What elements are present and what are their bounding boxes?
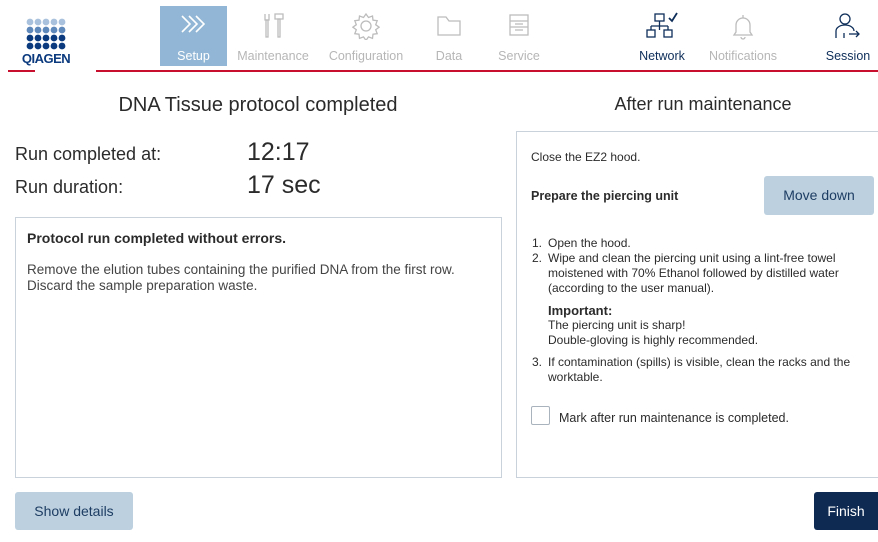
step-number: 3. xyxy=(532,355,543,369)
important-line: Double-gloving is highly recommended. xyxy=(548,333,759,347)
run-duration-label: Run duration: xyxy=(15,177,124,197)
show-details-button[interactable]: Show details xyxy=(15,492,133,530)
nav-service-label: Service xyxy=(498,49,540,63)
brand-red-line-right xyxy=(96,70,878,72)
maintenance-completed-label[interactable]: Mark after run maintenance is completed. xyxy=(559,411,789,425)
user-logout-icon xyxy=(835,13,860,38)
maintenance-steps: 1. Open the hood. 2. Wipe and clean the … xyxy=(532,236,872,385)
important-line: The piercing unit is sharp! xyxy=(548,318,686,332)
nav-network-label: Network xyxy=(639,49,685,63)
tools-icon xyxy=(264,13,284,38)
qiagen-logo-dots xyxy=(26,18,66,50)
after-run-maintenance-heading: After run maintenance xyxy=(614,94,792,114)
nav-data-label: Data xyxy=(435,49,463,63)
step-number: 2. xyxy=(532,251,543,265)
service-icon xyxy=(509,14,529,36)
nav-maintenance[interactable]: Maintenance xyxy=(231,6,315,66)
close-hood-instruction: Close the EZ2 hood. xyxy=(531,150,641,164)
qiagen-logo: QIAGEN xyxy=(22,18,96,68)
network-connected-icon xyxy=(646,12,678,38)
nav-session-label: Session xyxy=(825,49,871,63)
nav-maintenance-label: Maintenance xyxy=(237,49,309,63)
nav-service[interactable]: Service xyxy=(490,6,548,66)
folder-icon xyxy=(437,16,461,36)
nav-session[interactable]: Session xyxy=(818,6,878,66)
maintenance-completed-checkbox[interactable] xyxy=(531,406,550,425)
top-navigation-bar: QIAGEN Setup Maintenance Configuration D… xyxy=(0,0,878,72)
move-down-button[interactable]: Move down xyxy=(764,176,874,215)
run-completed-value: 12:17 xyxy=(247,138,310,166)
nav-setup[interactable]: Setup xyxy=(160,6,227,66)
step-item: 3. If contamination (spills) is visible,… xyxy=(532,355,872,385)
chevrons-icon xyxy=(180,15,205,33)
run-message-body: Remove the elution tubes containing the … xyxy=(27,262,455,293)
run-completed-label: Run completed at: xyxy=(15,144,162,164)
finish-button[interactable]: Finish xyxy=(814,492,878,530)
bell-icon xyxy=(732,15,754,40)
logo-wordmark: QIAGEN xyxy=(21,51,71,66)
important-note: Important: The piercing unit is sharp! D… xyxy=(532,303,872,348)
nav-network[interactable]: Network xyxy=(632,6,692,66)
run-message-panel: Protocol run completed without errors. R… xyxy=(15,217,502,478)
run-duration-value: 17 sec xyxy=(247,171,321,199)
step-text: If contamination (spills) is visible, cl… xyxy=(548,355,851,384)
nav-data[interactable]: Data xyxy=(425,6,473,66)
run-message-title: Protocol run completed without errors. xyxy=(27,230,287,246)
step-number: 1. xyxy=(532,236,543,250)
nav-notifications[interactable]: Notifications xyxy=(700,6,786,66)
gear-icon xyxy=(352,12,380,40)
nav-setup-label: Setup xyxy=(177,49,210,63)
brand-red-line-left xyxy=(8,70,35,72)
step-item: 1. Open the hood. xyxy=(532,236,872,251)
protocol-completed-heading: DNA Tissue protocol completed xyxy=(118,94,398,116)
step-text: Wipe and clean the piercing unit using a… xyxy=(548,251,839,295)
nav-configuration[interactable]: Configuration xyxy=(320,6,412,66)
nav-notifications-label: Notifications xyxy=(708,49,778,63)
step-text: Open the hood. xyxy=(548,236,631,250)
prepare-piercing-unit-label: Prepare the piercing unit xyxy=(531,189,679,203)
nav-configuration-label: Configuration xyxy=(328,49,404,63)
step-item: 2. Wipe and clean the piercing unit usin… xyxy=(532,251,872,296)
important-title: Important: xyxy=(548,303,613,318)
